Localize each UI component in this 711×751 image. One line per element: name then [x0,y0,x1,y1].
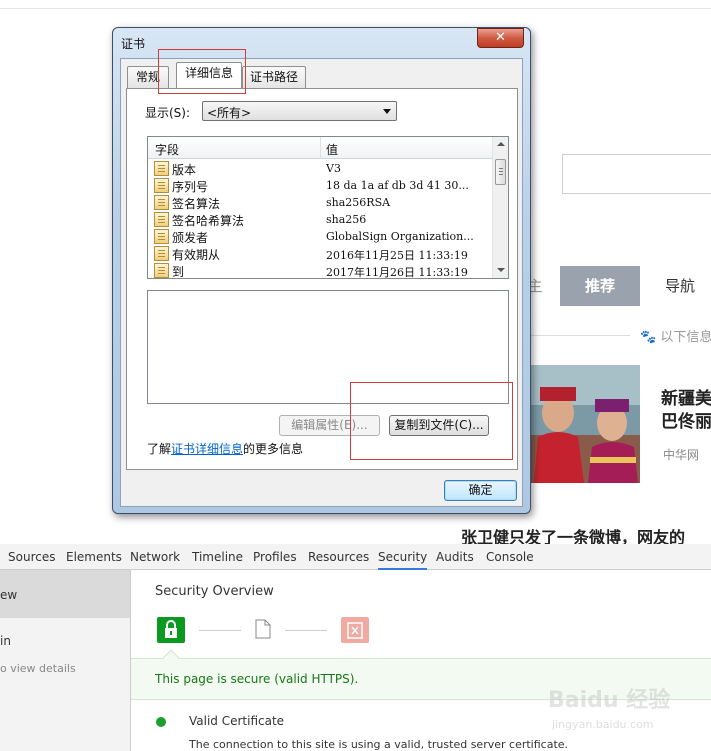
list-item[interactable]: 签名哈希算法 sha256 [148,211,493,228]
ok-button[interactable]: 确定 [444,480,517,501]
sidebar-item-overview[interactable]: ew [0,570,130,618]
list-item-value: 2016年11月25日 11:33:19 [326,249,468,262]
learn-prefix: 了解 [147,442,172,456]
devtools-tab-bar: Sources Elements Network Timeline Profil… [0,544,711,570]
tab-security[interactable]: Security [378,544,428,570]
list-item[interactable]: 序列号 18 da 1a af db 3d 41 30... [148,177,493,194]
sidebar-item-overview-label: ew [0,588,18,602]
page-top-divider [0,8,711,9]
screenshot-root: 主 推荐 导航 🐾 以下信息 新疆美 巴佟丽 中华网 张卫健只发了一条微博，网友… [0,0,711,751]
cert-status-desc: The connection to this site is using a v… [189,738,569,751]
learn-suffix: 的更多信息 [243,442,304,456]
news-source: 中华网 [663,448,700,462]
certificate-field-icon [154,246,169,261]
column-separator[interactable] [320,137,321,159]
highlight-copy-button [350,382,513,460]
secure-banner-text: This page is secure (valid HTTPS). [155,672,359,686]
list-scrollbar[interactable] [492,137,508,278]
watermark-url: jingyan.baidu.com [552,718,654,731]
banner-pointer [162,649,180,667]
list-item-value: sha256RSA [326,196,391,209]
list-item-field: 有效期从 [172,248,221,262]
certificate-field-icon [154,195,169,210]
list-item-value: sha256 [326,213,367,226]
tab-elements[interactable]: Elements [66,544,122,570]
certificate-field-icon [154,229,169,244]
tab-resources[interactable]: Resources [308,544,369,570]
info-tag: 🐾 以下信息 [640,326,711,345]
list-item-field: 签名哈希算法 [172,214,245,228]
security-connector [285,630,327,631]
baidu-watermark: Baidu 经验 jingyan.baidu.com [548,674,708,746]
baidu-logo-icon: Baidu 经验 [548,688,671,713]
security-connector [199,630,241,631]
tab-cert-path[interactable]: 证书路径 [242,66,306,88]
tab-network[interactable]: Network [130,544,180,570]
list-item-field: 序列号 [172,180,209,194]
certificate-field-icon [154,161,169,176]
column-header-field[interactable]: 字段 [155,141,179,158]
tab-details[interactable]: 详细信息 [176,62,242,88]
tab-sources[interactable]: Sources [8,544,55,570]
list-item-value: GlobalSign Organization... [326,230,474,243]
scroll-down-icon[interactable] [497,268,505,272]
tab-timeline[interactable]: Timeline [192,544,243,570]
list-item[interactable]: 颁发者 GlobalSign Organization... [148,228,493,245]
learn-more-text: 了解证书详细信息的更多信息 [147,440,303,457]
chevron-down-icon [383,109,391,114]
news-photo [530,365,640,483]
column-header-value[interactable]: 值 [326,141,338,158]
sidebar-hint: o view details [0,662,76,675]
cert-details-link[interactable]: 证书详细信息 [171,442,243,456]
certificate-field-icon [154,212,169,227]
show-select-value: <所有> [207,106,252,120]
news-thumbnail[interactable] [530,365,640,483]
close-icon: ✕ [495,30,506,45]
insecure-icon [341,617,369,643]
list-item[interactable]: 有效期从 2016年11月25日 11:33:19 [148,245,493,262]
list-item-value: 18 da 1a af db 3d 41 30... [326,179,469,192]
lock-icon [157,617,185,643]
info-tag-text: 以下信息 [660,330,711,345]
tab-audits[interactable]: Audits [436,544,474,570]
security-overview-title: Security Overview [155,584,274,599]
tab-console[interactable]: Console [486,544,534,570]
dialog-title: 证书 [121,37,146,51]
close-button[interactable]: ✕ [477,28,524,48]
list-item[interactable]: 签名算法 sha256RSA [148,194,493,211]
news-title-line1: 新疆美 [661,389,711,409]
list-item-field: 签名算法 [172,197,221,211]
nav-item-recommend[interactable]: 推荐 [560,266,640,306]
news-title[interactable]: 新疆美 巴佟丽 [661,388,711,434]
status-dot-icon [156,717,166,727]
list-item-field: 版本 [172,163,197,177]
nav-item-navigate[interactable]: 导航 [650,266,710,306]
field-list[interactable]: 字段 值 版本 V3 序列号 18 da 1a af db 3d 41 30..… [147,136,509,279]
list-header: 字段 值 [148,137,493,159]
search-input[interactable] [562,154,711,194]
tab-profiles[interactable]: Profiles [253,544,297,570]
scroll-thumb[interactable] [495,159,506,185]
document-icon [255,619,271,639]
news-nav-bar: 主 推荐 导航 [520,266,711,306]
list-item-field: 颁发者 [172,231,209,245]
security-sidebar: ew in o view details [0,570,131,751]
news-title-line2: 巴佟丽 [661,412,711,432]
list-item-value: 2017年11月26日 11:33:19 [326,266,468,279]
list-item[interactable]: 版本 V3 [148,160,493,177]
certificate-field-icon [154,178,169,193]
cert-status-title: Valid Certificate [189,714,285,728]
list-item[interactable]: 到 2017年11月26日 11:33:19 [148,262,493,279]
list-item-field: 到 [172,265,185,279]
info-divider [530,335,630,336]
paw-icon: 🐾 [640,330,657,345]
certificate-field-icon [154,263,169,278]
list-item-value: V3 [326,162,341,175]
show-label: 显示(S): [145,106,191,120]
scroll-up-icon[interactable] [497,142,505,146]
sidebar-item-origin[interactable]: in [0,634,11,648]
show-select[interactable]: <所有> [202,101,397,121]
